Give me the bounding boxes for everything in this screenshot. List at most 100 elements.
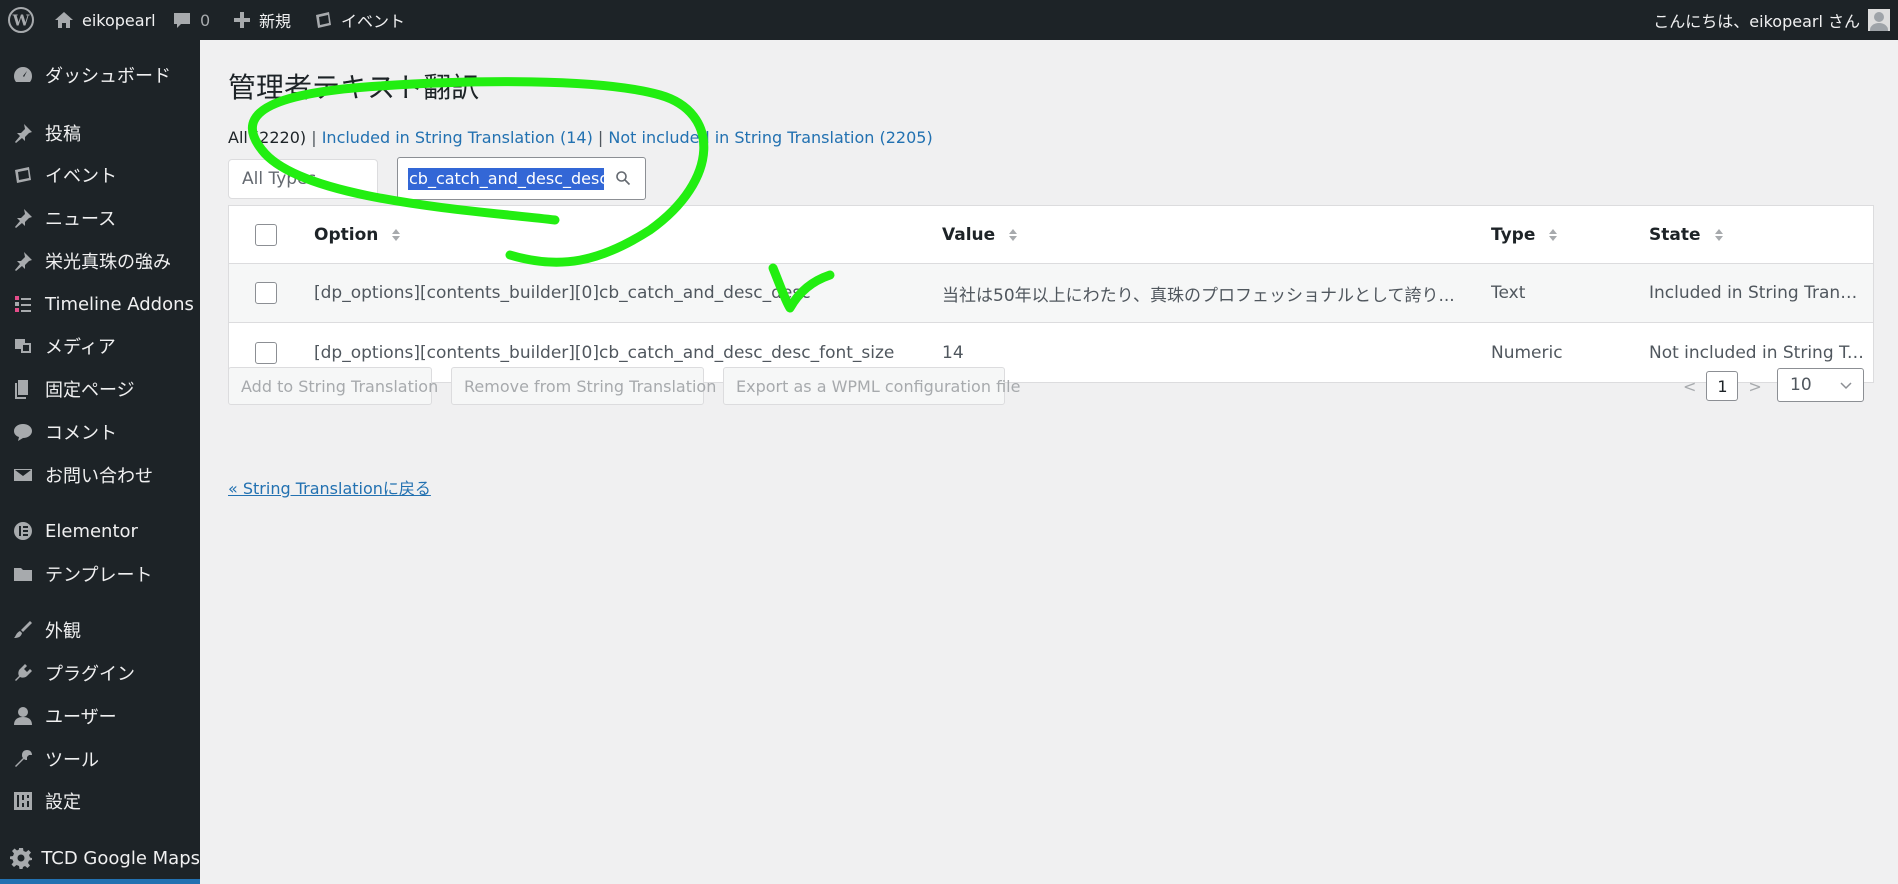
sidebar-item-appearance[interactable]: 外観	[0, 610, 200, 650]
next-page-icon[interactable]: >	[1748, 377, 1761, 396]
current-page[interactable]: 1	[1706, 371, 1739, 401]
type-cell: Text	[1491, 264, 1611, 322]
per-page-select[interactable]: 10	[1777, 368, 1864, 402]
sidebar-item-timeline-addons[interactable]: Timeline Addons	[0, 284, 200, 324]
filter-separator: |	[311, 128, 317, 147]
main-content: 管理者テキスト翻訳 All (2220) | Included in Strin…	[200, 40, 1898, 884]
wordpress-logo-icon[interactable]: W	[8, 0, 34, 40]
type-text: Numeric	[1491, 342, 1563, 363]
new-label: 新規	[259, 12, 292, 31]
folder-icon	[0, 563, 45, 585]
per-page-value: 10	[1790, 375, 1812, 395]
export-wpml-config-button[interactable]: Export as a WPML configuration file	[723, 367, 1020, 405]
sidebar-item-label: お問い合わせ	[45, 466, 153, 487]
filter-separator: |	[597, 128, 604, 147]
sidebar-item-templates[interactable]: テンプレート	[0, 554, 200, 594]
option-text: [dp_options][contents_builder][0]cb_catc…	[314, 342, 895, 363]
sidebar-item-contact[interactable]: お問い合わせ	[0, 455, 200, 495]
event-icon	[0, 164, 45, 186]
avatar	[1868, 9, 1890, 31]
column-header-value[interactable]: Value	[942, 206, 1472, 263]
sidebar-item-label: テンプレート	[45, 565, 153, 586]
sidebar-item-label: Elementor	[45, 520, 138, 542]
sidebar-item-label: ニュース	[45, 209, 117, 230]
new-content-link[interactable]: 新規	[233, 0, 291, 40]
sort-icon	[392, 228, 401, 241]
sidebar-item-comments[interactable]: コメント	[0, 412, 200, 452]
type-text: Text	[1491, 283, 1526, 303]
state-text: Not included in String Tra...	[1649, 342, 1864, 363]
sidebar-item-elementor[interactable]: Elementor	[0, 511, 200, 551]
sidebar-item-label: TCD Google Maps	[41, 847, 200, 869]
sidebar-item-strengths[interactable]: 栄光真珠の強み	[0, 241, 200, 281]
search-icon[interactable]	[615, 170, 631, 186]
table-row: [dp_options][contents_builder][0]cb_catc…	[229, 264, 1873, 323]
admin-bar: W eikopearl 0 新規 イベント こんにちは、eikopearl さん	[0, 0, 1898, 40]
sidebar-item-label: メディア	[45, 337, 116, 358]
column-header-state[interactable]: State	[1649, 206, 1864, 263]
sidebar-item-pages[interactable]: 固定ページ	[0, 369, 200, 409]
state-text: Included in String Translat...	[1649, 283, 1864, 303]
type-cell: Numeric	[1491, 323, 1611, 382]
sidebar-active-indicator	[0, 879, 200, 884]
column-header-type[interactable]: Type	[1491, 206, 1611, 263]
sidebar-item-users[interactable]: ユーザー	[0, 696, 200, 736]
state-cell: Included in String Translat...	[1649, 264, 1864, 322]
sidebar-item-media[interactable]: メディア	[0, 326, 200, 366]
sidebar-item-settings[interactable]: 設定	[0, 781, 200, 821]
select-all-checkbox[interactable]	[255, 223, 277, 246]
comment-icon	[174, 13, 190, 28]
value-text: 当社は50年以上にわたり、真珠のプロフェッショナルとして誇り...	[942, 285, 1455, 306]
sidebar-item-plugins[interactable]: プラグイン	[0, 653, 200, 693]
type-filter-select[interactable]: All Types	[228, 159, 378, 199]
prev-page-icon[interactable]: <	[1683, 377, 1696, 396]
sidebar-item-label: 投稿	[45, 124, 81, 145]
filter-links: All (2220) | Included in String Translat…	[228, 128, 933, 147]
comments-link[interactable]: 0	[172, 0, 210, 40]
filter-all[interactable]: All (2220)	[228, 128, 306, 147]
event-link[interactable]: イベント	[313, 0, 405, 40]
row-checkbox[interactable]	[255, 341, 277, 364]
sidebar-item-tools[interactable]: ツール	[0, 739, 200, 779]
media-icon	[0, 335, 45, 357]
gear-icon	[0, 847, 41, 869]
remove-from-string-translation-button[interactable]: Remove from String Translation	[451, 367, 716, 405]
dashboard-icon	[0, 64, 45, 86]
site-name-link[interactable]: eikopearl	[54, 0, 156, 40]
sidebar-item-tcd-google-maps[interactable]: TCD Google Maps	[0, 838, 200, 878]
comment-count: 0	[200, 10, 211, 30]
wrench-icon	[0, 748, 45, 770]
sidebar-item-label: 外観	[45, 621, 81, 642]
option-cell: [dp_options][contents_builder][0]cb_catc…	[314, 264, 914, 322]
value-text: 14	[942, 342, 964, 363]
page-title: 管理者テキスト翻訳	[228, 71, 480, 104]
sidebar-item-news[interactable]: ニュース	[0, 198, 200, 238]
column-header-option[interactable]: Option	[314, 206, 914, 263]
sidebar-item-events[interactable]: イベント	[0, 155, 200, 195]
sidebar-item-label: ダッシュボード	[45, 66, 171, 87]
my-account-link[interactable]: こんにちは、eikopearl さん	[1653, 0, 1890, 40]
filter-included[interactable]: Included in String Translation (14)	[322, 128, 593, 147]
sort-icon	[1714, 228, 1723, 241]
filter-not-included[interactable]: Not included in String Translation (2205…	[608, 128, 932, 147]
elementor-icon	[0, 520, 45, 542]
sort-icon	[1549, 228, 1558, 241]
add-to-string-translation-button[interactable]: Add to String Translation	[228, 367, 438, 405]
row-checkbox[interactable]	[255, 282, 277, 304]
pin-icon	[0, 122, 45, 144]
settings-icon	[0, 790, 45, 812]
sidebar-item-label: プラグイン	[45, 664, 135, 685]
back-to-string-translation-link[interactable]: « String Translationに戻る	[228, 475, 431, 499]
sidebar-item-label: ユーザー	[45, 707, 117, 728]
row-select-cell	[255, 264, 277, 322]
sidebar-item-dashboard[interactable]: ダッシュボード	[0, 55, 200, 95]
pages-icon	[0, 378, 45, 400]
select-all-cell	[255, 206, 277, 263]
sidebar-item-label: ツール	[45, 750, 99, 771]
strings-table: Option Value Type State [dp_options][con…	[228, 205, 1874, 383]
sidebar-item-posts[interactable]: 投稿	[0, 113, 200, 153]
sidebar-item-label: 固定ページ	[45, 380, 135, 401]
search-input[interactable]: cb_catch_and_desc_desc	[397, 157, 646, 200]
sidebar-item-label: イベント	[45, 166, 117, 187]
column-header-label: Value	[942, 224, 996, 245]
